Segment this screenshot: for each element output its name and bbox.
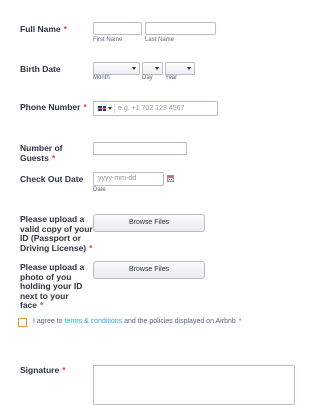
photo-upload-label: Please upload a photo of you holding you… [20,262,85,310]
full-name-label: Full Name * [20,24,67,34]
last-name-sublabel: Last Name [145,37,175,43]
signature-pad[interactable] [93,365,295,405]
guests-input[interactable] [93,142,187,155]
birth-date-label: Birth Date [20,64,61,74]
year-select[interactable] [165,62,195,75]
calendar-icon[interactable] [167,175,174,182]
year-sublabel: Year [165,75,178,81]
month-sublabel: Month [93,75,110,81]
phone-number-label: Phone Number * [20,102,87,112]
date-sublabel: Date [93,187,106,193]
day-sublabel: Day [142,75,153,81]
chevron-down-icon [187,67,191,70]
signature-label: Signature * [20,365,66,375]
chevron-down-icon [132,67,136,70]
guests-label: Number of Guests * [20,143,63,163]
check-out-date-input[interactable]: yyyy-mm-dd [93,172,164,186]
required-asterisk: * [62,365,66,375]
terms-link[interactable]: terms & conditions [65,318,123,325]
required-asterisk: * [40,300,44,310]
required-asterisk: * [63,24,67,34]
terms-checkbox[interactable] [18,318,27,327]
check-out-date-label: Check Out Date [20,174,84,184]
phone-number-input[interactable]: e.g. +1 702 123 4567 [93,101,218,116]
country-chevron-icon[interactable] [108,107,112,110]
browse-files-button-id[interactable]: Browse Files [93,214,205,232]
phone-placeholder: e.g. +1 702 123 4567 [118,105,185,112]
flag-divider [114,104,115,113]
day-select[interactable] [142,62,163,75]
id-upload-label: Please upload a valid copy of your ID (P… [20,214,93,253]
required-asterisk: * [238,318,242,325]
required-asterisk: * [89,242,93,253]
chevron-down-icon [155,67,159,70]
date-placeholder: yyyy-mm-dd [98,175,137,182]
first-name-input[interactable] [93,22,142,35]
browse-files-button-photo[interactable]: Browse Files [93,261,205,279]
required-asterisk: * [51,152,56,163]
terms-text: I agree to terms & conditions and the po… [33,318,242,325]
last-name-input[interactable] [145,22,216,35]
uk-flag-icon[interactable] [98,106,106,111]
required-asterisk: * [83,102,87,112]
first-name-sublabel: First Name [93,37,123,43]
month-select[interactable] [93,62,140,75]
